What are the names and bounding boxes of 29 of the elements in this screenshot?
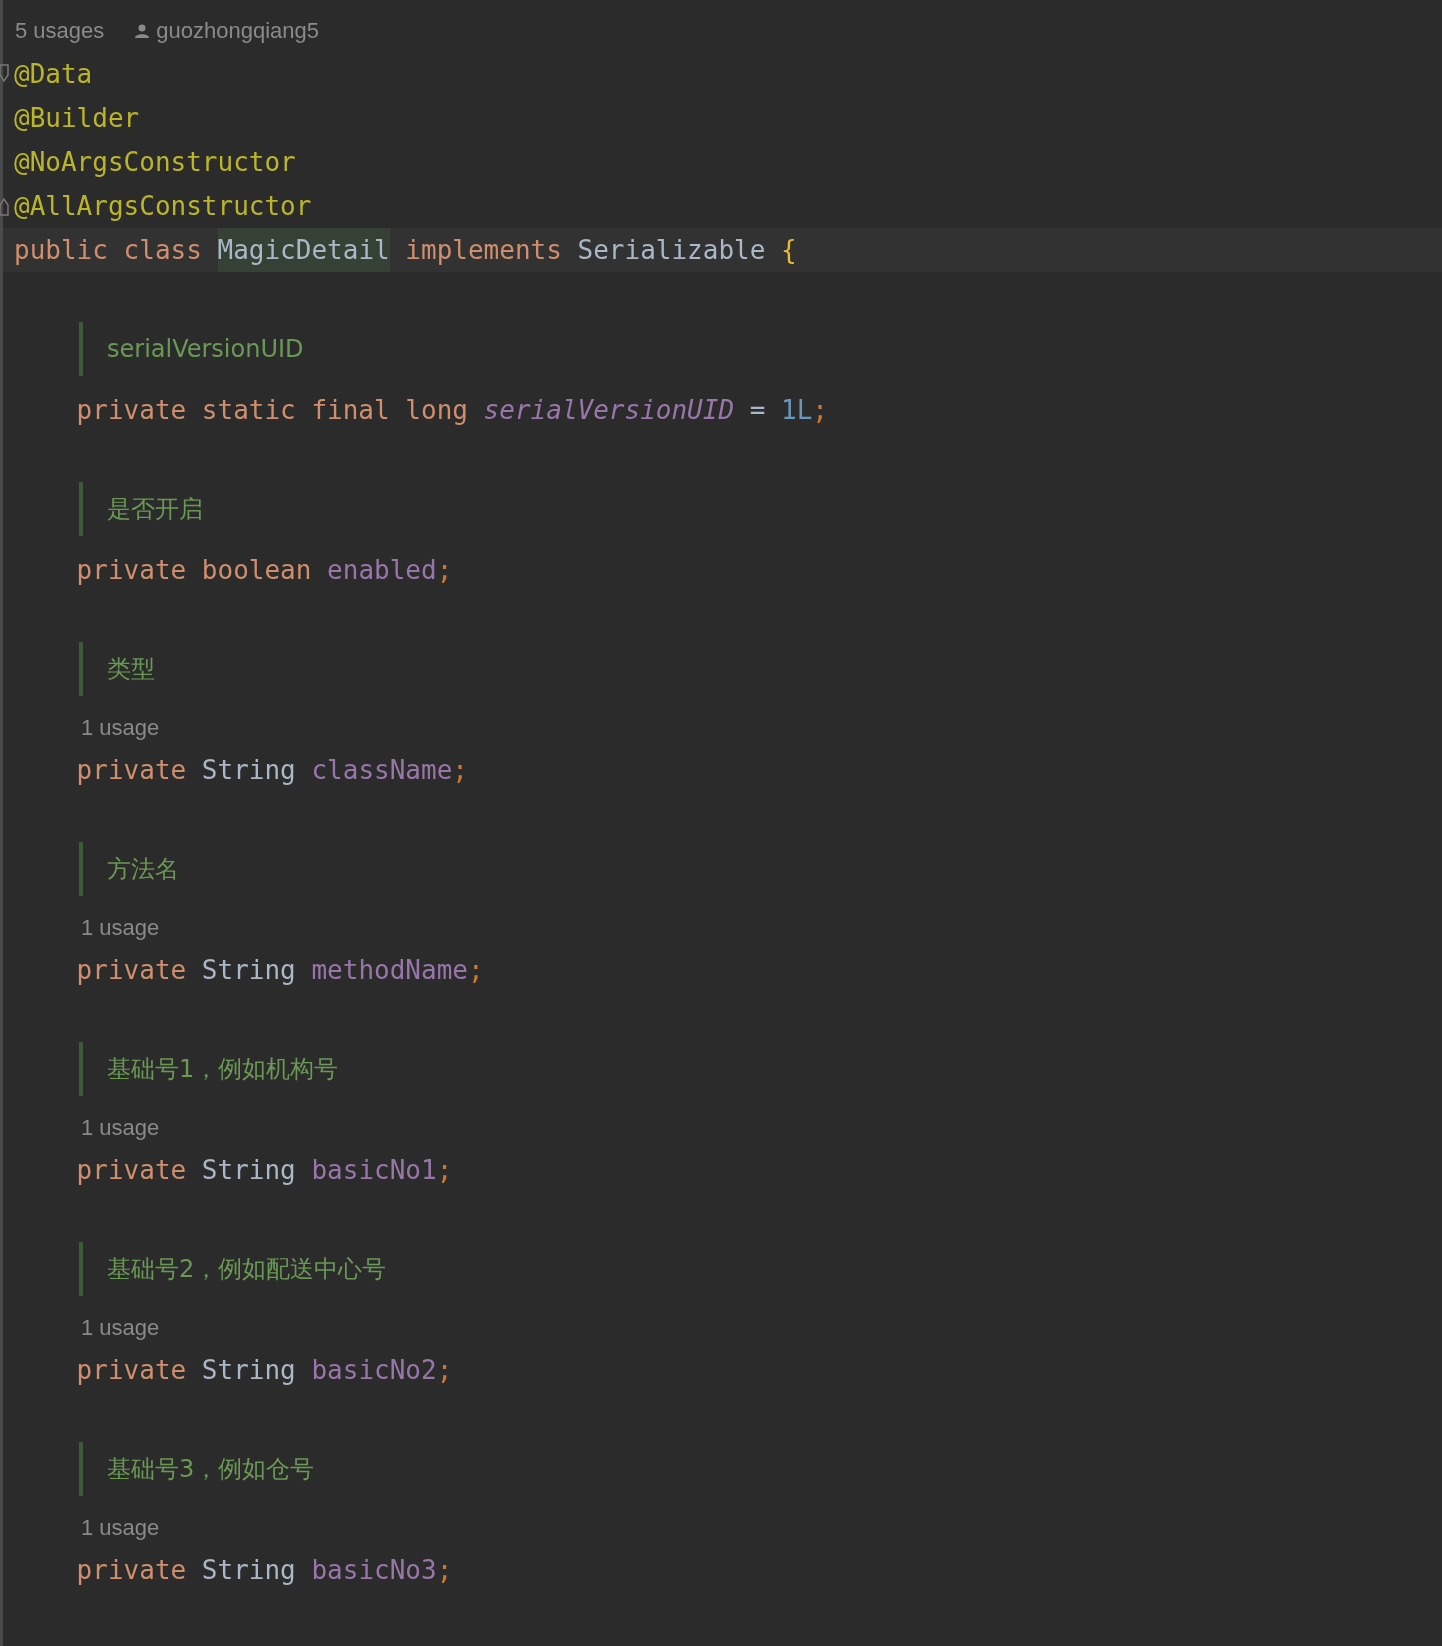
doc-comment-text: 基础号3，例如仓号 xyxy=(107,1454,315,1485)
doc-comment-text: 类型 xyxy=(107,654,155,685)
code-line: private static final long serialVersionUID = 1L; xyxy=(75,394,828,427)
doc-comment-text: 方法名 xyxy=(107,854,179,885)
code-line: private String methodName; xyxy=(75,954,484,987)
code-line: private boolean enabled; xyxy=(75,554,453,587)
code-line: private String className; xyxy=(75,754,468,787)
usage-hint[interactable]: 1 usage xyxy=(81,715,160,741)
usage-hint[interactable]: 1 usage xyxy=(81,1115,160,1141)
usage-hint[interactable]: 1 usage xyxy=(81,915,160,941)
code-line: @Builder xyxy=(14,102,140,135)
author-name[interactable]: guozhongqiang5 xyxy=(156,18,319,44)
fold-icon[interactable] xyxy=(0,196,9,216)
code-line: public class MagicDetail implements Serializable { xyxy=(14,228,797,272)
person-icon xyxy=(134,23,151,39)
doc-comment-text: 基础号2，例如配送中心号 xyxy=(107,1254,387,1285)
usage-hint[interactable]: 1 usage xyxy=(81,1515,160,1541)
code-line: private String basicNo1; xyxy=(75,1154,453,1187)
doc-comment-text: 基础号1，例如机构号 xyxy=(107,1054,339,1085)
doc-comment-text: serialVersionUID xyxy=(107,335,304,363)
code-line: private String basicNo2; xyxy=(75,1354,453,1387)
code-line: @NoArgsConstructor xyxy=(14,146,296,179)
fold-icon[interactable] xyxy=(0,64,9,84)
code-line: @Data xyxy=(14,58,93,91)
code-line: @AllArgsConstructor xyxy=(14,190,312,223)
usage-hint[interactable]: 5 usages xyxy=(15,18,105,44)
usage-hint[interactable]: 1 usage xyxy=(81,1315,160,1341)
code-line: private String basicNo3; xyxy=(75,1554,453,1587)
doc-comment-text: 是否开启 xyxy=(107,494,203,525)
